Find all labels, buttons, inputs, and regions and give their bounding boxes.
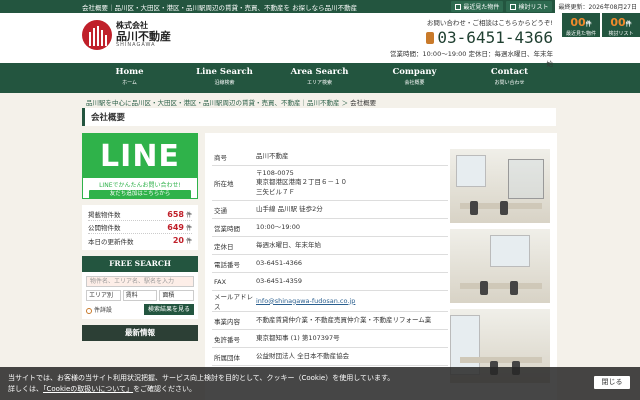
office-photos xyxy=(450,149,550,389)
line-add-friend-button[interactable]: 友だち追加はこちらから xyxy=(89,190,191,199)
gear-icon xyxy=(86,307,92,314)
logo-mark-icon xyxy=(82,20,112,50)
stat-public: 公開物件数 649 件 xyxy=(88,222,192,234)
nav-home[interactable]: Home ホーム xyxy=(82,63,177,93)
company-info-table: 商号 品川不動産 所在地 〒108-0075 東京都港区港南２丁目６－１０ 三矢ビル… xyxy=(212,148,448,367)
breadcrumb-home[interactable]: 品川駅を中心に品川区・大田区・港区・品川駅周辺の賃貸・売買、不動産｜品川不動産 xyxy=(86,99,340,107)
rent-select[interactable]: 賃料 xyxy=(122,290,158,301)
cookie-close-button[interactable]: 閉じる xyxy=(594,376,630,389)
area-select[interactable]: エリア別 xyxy=(86,290,121,301)
top-bar-text: 会社概要｜品川区・大田区・港区・品川駅周辺の賃貸・売買、不動産を お探しなら品川… xyxy=(82,3,358,12)
keyword-input[interactable]: 物件名、エリア名、駅名を入力 xyxy=(86,276,194,287)
recently-viewed-button[interactable]: 最近見た物件 xyxy=(451,1,504,12)
review-list-counter[interactable]: 00件 検討リスト xyxy=(602,13,640,37)
logo-line1: 株式会社 xyxy=(116,21,148,30)
info-row-fax: FAX 03-6451-4359 xyxy=(212,273,448,292)
breadcrumb: 品川駅を中心に品川区・大田区・港区・品川駅周辺の賃貸・売買、不動産｜品川不動産 … xyxy=(86,99,377,107)
free-search-box: 物件名、エリア名、駅名を入力 エリア別 賃料 面積 件詳設 検索結果を見る xyxy=(82,272,198,319)
info-row-hours: 営業時間 10:00～19:00 xyxy=(212,219,448,238)
logo-line2: 品川不動産 xyxy=(116,30,171,43)
recently-viewed-counter[interactable]: 00件 最近見た物件 xyxy=(562,13,600,37)
line-banner[interactable]: LINE LINEでかんたんお問い合わせ! 友だち追加はこちらから xyxy=(82,133,198,199)
nav-area-search[interactable]: Area Search エリア検索 xyxy=(272,63,367,93)
nav-line-search[interactable]: Line Search 沿線検索 xyxy=(177,63,272,93)
info-row-access: 交通 山手線 品川駅 徒歩2分 xyxy=(212,201,448,220)
free-search-title: FREE SEARCH xyxy=(82,256,198,272)
breadcrumb-current: 会社概要 xyxy=(350,99,377,107)
info-row-license: 免許番号 東京都知事 (1) 第107397号 xyxy=(212,330,448,349)
logo-line3: SHINAGAWA xyxy=(116,42,156,48)
search-submit-button[interactable]: 検索結果を見る xyxy=(143,304,194,315)
cookie-text: 当サイトでは、お客様の当サイト利用状況把握、サービス向上検討を目的として、クッキ… xyxy=(8,374,395,382)
info-row-business: 事業内容 不動産賃貸仲介業・不動産売買仲介業・不動産リフォーム業 xyxy=(212,312,448,331)
cookie-policy-link[interactable]: 「Cookieの取扱いについて」 xyxy=(43,385,133,393)
top-bar-right: 最近見た物件 検討リスト 最終更新：2026年08月27日 xyxy=(451,0,640,13)
property-stats: 掲載物件数 658 件 公開物件数 649 件 本日の更新件数 20 件 xyxy=(82,205,198,250)
last-updated: 最終更新：2026年08月27日 xyxy=(555,0,640,13)
clock-icon xyxy=(455,3,462,10)
office-photo-1 xyxy=(450,149,550,223)
info-row-association: 所属団体 公益財団法人 全日本不動産協会 xyxy=(212,348,448,367)
header-counters: 00件 最近見た物件 00件 検討リスト xyxy=(562,13,640,37)
info-row-address: 所在地 〒108-0075 東京都港区港南２丁目６－１０ 三矢ビル７Ｆ xyxy=(212,166,448,202)
detail-search-link[interactable]: 件詳設 xyxy=(86,305,112,314)
office-photo-2 xyxy=(450,229,550,303)
size-select[interactable]: 面積 xyxy=(159,290,195,301)
company-info-panel: 商号 品川不動産 所在地 〒108-0075 東京都港区港南２丁目６－１０ 三矢ビル… xyxy=(205,133,557,400)
info-row-phone: 電話番号 03-6451-4366 xyxy=(212,255,448,274)
stat-updated-today: 本日の更新件数 20 件 xyxy=(88,236,192,246)
list-icon xyxy=(510,3,517,10)
stat-listed: 掲載物件数 658 件 xyxy=(88,209,192,221)
contact-lead: お問い合わせ・ご相談はこちらからどうぞ! xyxy=(426,19,553,27)
info-row-holiday: 定休日 毎週水曜日、年末年始 xyxy=(212,237,448,256)
header: 株式会社 品川不動産 SHINAGAWA お問い合わせ・ご相談はこちらからどうぞ… xyxy=(0,13,640,68)
site-logo[interactable]: 株式会社 品川不動産 SHINAGAWA xyxy=(82,20,171,50)
phone-icon xyxy=(426,31,435,44)
email-link[interactable]: info@shinagawa-fudosan.co.jp xyxy=(256,297,355,305)
page-title: 会社概要 xyxy=(82,108,556,126)
sidebar: LINE LINEでかんたんお問い合わせ! 友だち追加はこちらから 掲載物件数 6… xyxy=(82,133,198,341)
line-logo: LINE xyxy=(83,134,197,178)
contact-block: お問い合わせ・ご相談はこちらからどうぞ! 03-6451-4366 営業時間：1… xyxy=(385,17,553,68)
cookie-banner: 当サイトでは、お客様の当サイト利用状況把握、サービス向上検討を目的として、クッキ… xyxy=(0,367,640,400)
top-bar: 会社概要｜品川区・大田区・港区・品川駅周辺の賃貸・売買、不動産を お探しなら品川… xyxy=(0,0,640,13)
info-row-name: 商号 品川不動産 xyxy=(212,148,448,166)
business-hours: 営業時間：10:00～19:00 定休日：毎週水曜日、年末年始 xyxy=(389,50,553,68)
review-list-button[interactable]: 検討リスト xyxy=(506,1,553,12)
news-title: 最新情報 xyxy=(82,325,198,341)
phone-number[interactable]: 03-6451-4366 xyxy=(385,28,553,47)
line-sub: LINEでかんたんお問い合わせ! xyxy=(99,182,181,189)
info-row-email: メールアドレス info@shinagawa-fudosan.co.jp xyxy=(212,291,448,313)
